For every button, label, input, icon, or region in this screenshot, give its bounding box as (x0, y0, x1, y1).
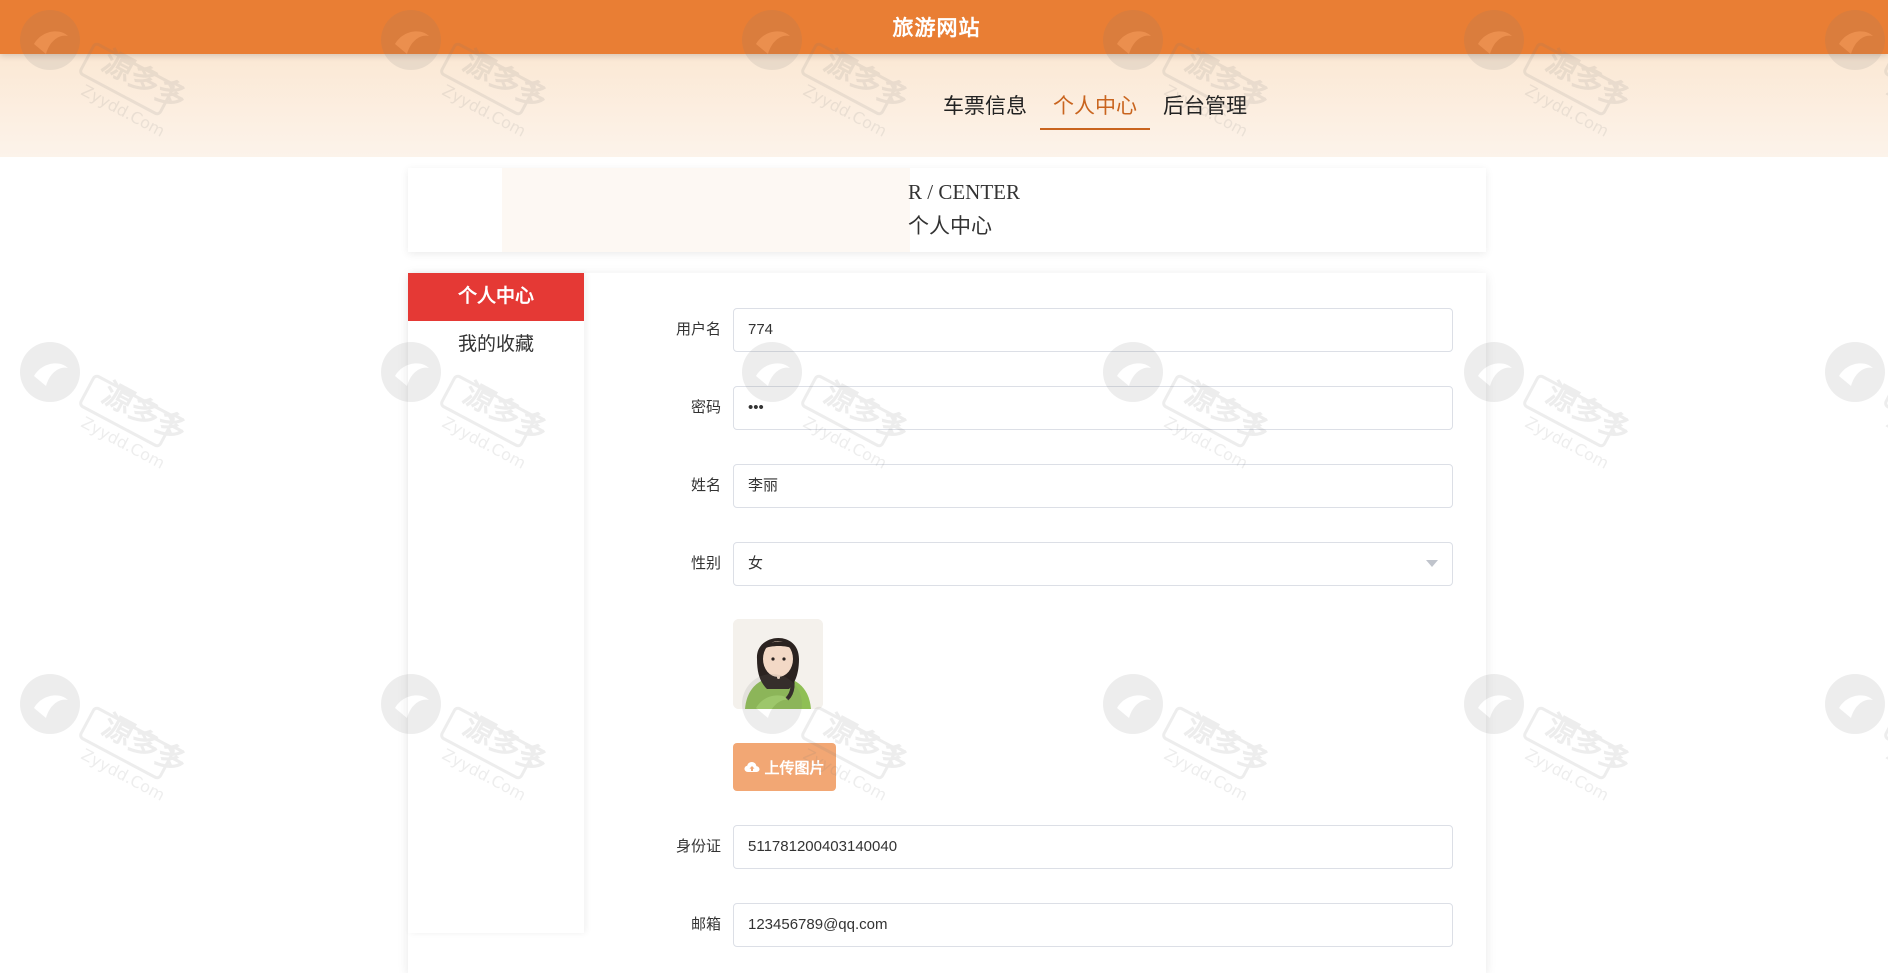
sidebar: 个人中心 我的收藏 (408, 273, 584, 933)
page-header-card: R / CENTER 个人中心 (408, 168, 1486, 252)
password-label: 密码 (690, 399, 721, 416)
watermark-logo: 源多多Zyydd.Com (1825, 674, 1888, 824)
username-input[interactable]: 774 (733, 308, 1453, 352)
id-card-row: 身份证 511781200403140040 (588, 825, 1460, 869)
chevron-down-icon (1426, 560, 1438, 567)
nav-item-admin[interactable]: 后台管理 (1150, 86, 1260, 130)
gender-label: 性别 (690, 555, 721, 572)
upload-image-button[interactable]: 上传图片 (733, 743, 836, 791)
email-row: 邮箱 123456789@qq.com (588, 903, 1460, 947)
email-label: 邮箱 (690, 916, 721, 933)
cloud-upload-icon (744, 762, 760, 772)
page-title-cn: 个人中心 (908, 214, 992, 238)
svg-text:源多多: 源多多 (1540, 376, 1636, 449)
svg-text:Zyydd.Com: Zyydd.Com (78, 413, 168, 473)
svg-text:Zyydd.Com: Zyydd.Com (1883, 413, 1888, 473)
gender-select-value: 女 (748, 555, 764, 572)
email-input[interactable]: 123456789@qq.com (733, 903, 1453, 947)
upload-image-label: 上传图片 (764, 759, 825, 777)
username-row: 用户名 774 (588, 308, 1460, 352)
site-title: 旅游网站 (892, 17, 981, 40)
name-input[interactable]: 李丽 (733, 464, 1453, 508)
name-label: 姓名 (690, 477, 721, 494)
gender-row: 性别 女 (588, 542, 1460, 586)
sidebar-item-personal-center[interactable]: 个人中心 (408, 273, 584, 321)
password-input[interactable]: ••• (733, 386, 1453, 430)
gender-select[interactable]: 女 (733, 542, 1453, 586)
watermark-logo: 源多多Zyydd.Com (20, 342, 200, 492)
id-card-input[interactable]: 511781200403140040 (733, 825, 1453, 869)
svg-text:源多多: 源多多 (96, 708, 192, 781)
svg-text:源多多: 源多多 (1540, 708, 1636, 781)
name-row: 姓名 李丽 (588, 464, 1460, 508)
nav-item-personal-center[interactable]: 个人中心 (1040, 86, 1150, 130)
avatar-image (733, 619, 823, 709)
username-label: 用户名 (675, 321, 721, 338)
id-card-label: 身份证 (675, 838, 721, 855)
nav-item-tickets[interactable]: 车票信息 (930, 86, 1040, 130)
header-banner-image (502, 168, 910, 252)
password-row: 密码 ••• (588, 386, 1460, 430)
svg-text:Zyydd.Com: Zyydd.Com (78, 745, 168, 805)
watermark-logo: 源多多Zyydd.Com (20, 674, 200, 824)
svg-text:Zyydd.Com: Zyydd.Com (1883, 745, 1888, 805)
svg-text:Zyydd.Com: Zyydd.Com (1522, 745, 1612, 805)
avatar (733, 619, 823, 709)
profile-card: 个人中心 我的收藏 用户名 774 密码 ••• 姓名 李丽 性别 女 上传图片… (408, 273, 1486, 973)
watermark-logo: 源多多Zyydd.Com (1464, 674, 1644, 824)
svg-text:Zyydd.Com: Zyydd.Com (1522, 413, 1612, 473)
watermark-logo: 源多多Zyydd.Com (1464, 342, 1644, 492)
watermark-logo: 源多多Zyydd.Com (1825, 342, 1888, 492)
page-title-en: R / CENTER (908, 180, 1021, 204)
svg-text:源多多: 源多多 (96, 376, 192, 449)
sidebar-item-favorites[interactable]: 我的收藏 (408, 321, 584, 369)
top-bar: 旅游网站 (0, 0, 1888, 54)
main-nav: 车票信息 个人中心 后台管理 (930, 86, 1260, 130)
